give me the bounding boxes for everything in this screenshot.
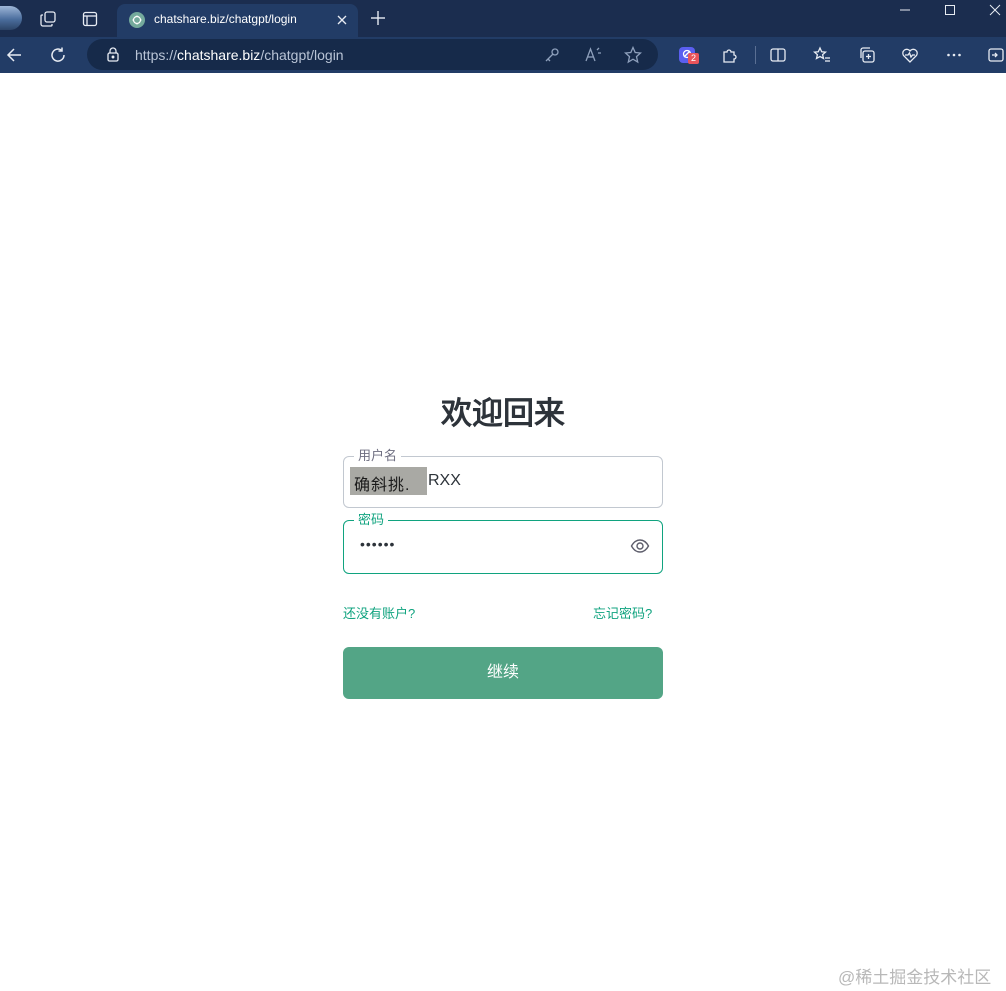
sidebar-toggle-icon[interactable]: [985, 44, 1006, 66]
read-aloud-icon[interactable]: [584, 46, 602, 64]
toolbar-divider: [755, 46, 756, 64]
chatgpt-favicon-icon: [129, 12, 145, 28]
address-bar[interactable]: https://chatshare.biz/chatgpt/login: [87, 39, 658, 70]
url-scheme: https://: [135, 47, 178, 63]
eye-icon[interactable]: [630, 538, 650, 554]
continue-button[interactable]: 继续: [343, 647, 663, 699]
active-tab[interactable]: chatshare.biz/chatgpt/login: [117, 4, 358, 37]
minimize-icon[interactable]: [895, 4, 915, 20]
url-path: /chatgpt/login: [260, 47, 344, 63]
more-options-icon[interactable]: [943, 44, 965, 66]
profile-avatar[interactable]: [0, 6, 22, 30]
password-key-icon[interactable]: [543, 46, 561, 64]
workspaces-icon[interactable]: [37, 8, 59, 30]
refresh-icon[interactable]: [47, 44, 69, 66]
split-screen-icon[interactable]: [767, 44, 789, 66]
forgot-password-link[interactable]: 忘记密码?: [593, 603, 652, 622]
watermark: @稀土掘金技术社区: [838, 968, 992, 987]
username-label: 用户名: [354, 448, 402, 464]
favorite-star-icon[interactable]: [623, 45, 643, 64]
collections-icon[interactable]: [856, 44, 878, 66]
close-tab-icon[interactable]: [334, 12, 350, 28]
password-field[interactable]: 密码 ••••••: [343, 512, 663, 574]
tab-title: chatshare.biz/chatgpt/login: [154, 12, 297, 26]
url-domain: chatshare.biz: [177, 47, 261, 63]
tab-actions-icon[interactable]: [79, 8, 101, 30]
page-title: 欢迎回来: [441, 396, 565, 431]
username-redaction: 确斜挑.: [350, 467, 427, 495]
signup-link[interactable]: 还没有账户?: [343, 603, 415, 622]
new-tab-icon[interactable]: [368, 8, 388, 28]
lock-icon[interactable]: [105, 46, 121, 62]
username-field[interactable]: 用户名 确斜挑. RXX: [343, 448, 663, 508]
username-value: RXX: [428, 472, 461, 489]
browser-titlebar: chatshare.biz/chatgpt/login: [0, 0, 1006, 37]
extension-badge: 2: [688, 53, 699, 64]
url-text[interactable]: https://chatshare.biz/chatgpt/login: [135, 47, 344, 63]
back-arrow-icon[interactable]: [3, 44, 25, 66]
username-redacted-text: 确斜挑.: [354, 477, 411, 494]
close-window-icon[interactable]: [985, 4, 1005, 20]
browser-essentials-icon[interactable]: [899, 44, 921, 66]
browser-toolbar: https://chatshare.biz/chatgpt/login: [0, 37, 1006, 73]
favorites-list-icon[interactable]: [811, 44, 833, 66]
extensions-puzzle-icon[interactable]: [719, 44, 741, 66]
password-value: ••••••: [360, 536, 396, 552]
password-label: 密码: [354, 512, 389, 528]
maximize-icon[interactable]: [940, 4, 960, 20]
